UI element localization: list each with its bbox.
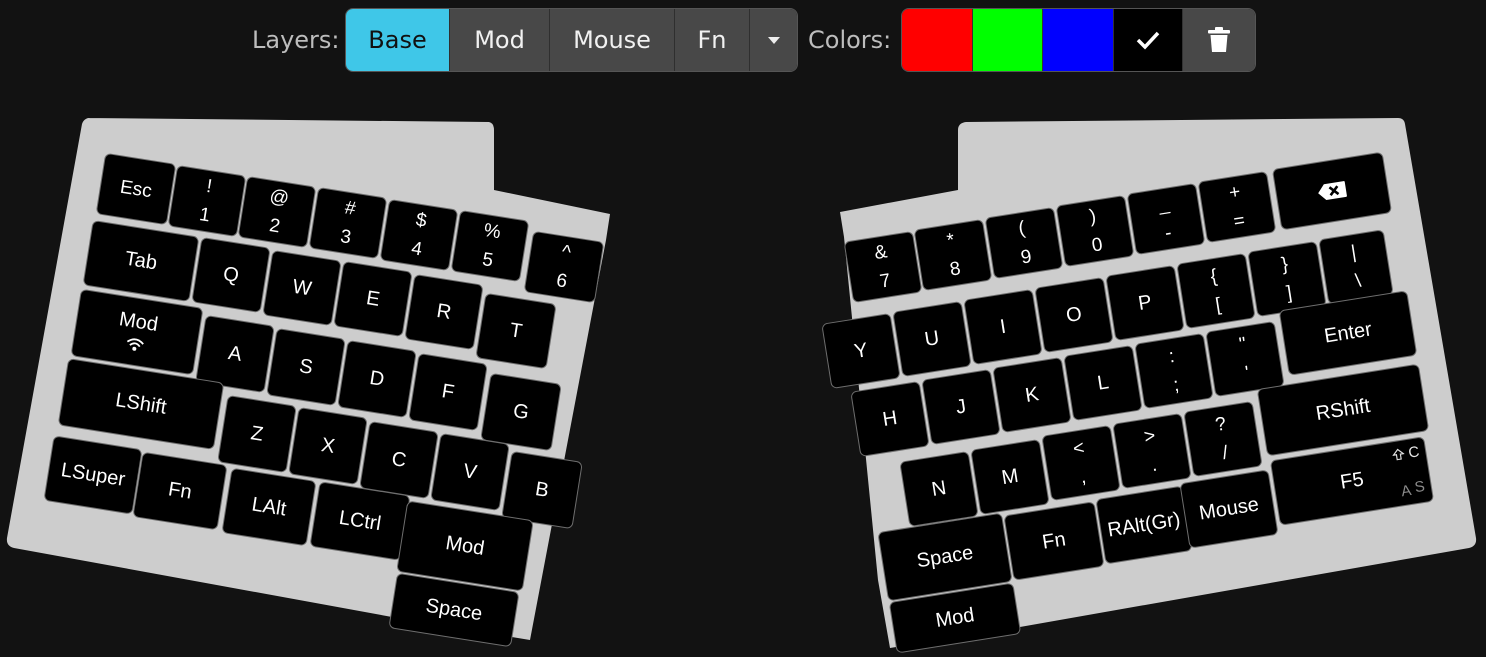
key-label: N: [930, 477, 948, 501]
f5-corner-super: S: [1413, 477, 1427, 497]
f5-corner-caps: C: [1392, 443, 1421, 463]
key-label: .: [1150, 454, 1159, 477]
key-label: 7: [878, 270, 893, 293]
key-shift-label: ?: [1213, 413, 1228, 436]
key-label: ': [1243, 362, 1251, 384]
key-shift-label: <: [1071, 437, 1086, 460]
key-i[interactable]: I: [963, 288, 1043, 366]
backspace-icon: [1318, 181, 1347, 200]
key-k[interactable]: K: [992, 356, 1072, 434]
corner-label: C: [1407, 443, 1421, 462]
key-label: \: [1354, 270, 1363, 293]
key-label: L: [1095, 371, 1111, 395]
key-shift-label: (: [1016, 217, 1027, 240]
key-shift-label: ": [1237, 333, 1248, 356]
key-j[interactable]: J: [921, 368, 1001, 446]
shift-icon: [1392, 448, 1406, 461]
key-label: H: [881, 407, 899, 431]
key-label: ]: [1285, 282, 1294, 305]
key-label: M: [1000, 464, 1020, 490]
key-h[interactable]: H: [850, 380, 930, 458]
key-u[interactable]: U: [892, 300, 972, 378]
key-label: Mod: [934, 604, 976, 632]
key-shift-label: +: [1227, 181, 1242, 204]
key-shift-label: }: [1279, 253, 1290, 276]
key-symbol[interactable]: ? /: [1183, 400, 1263, 478]
key-label: ,: [1079, 466, 1088, 489]
key-n[interactable]: N: [899, 450, 979, 528]
key-symbol[interactable]: _ -: [1126, 182, 1206, 256]
f5-corner-alt: A: [1399, 481, 1413, 501]
key-7[interactable]: & 7: [843, 230, 923, 304]
key-symbol[interactable]: + =: [1197, 170, 1277, 244]
key-label: K: [1023, 383, 1041, 407]
key-shift-label: :: [1167, 345, 1176, 368]
key-symbol[interactable]: >.: [1112, 412, 1192, 490]
key-y[interactable]: Y: [821, 312, 901, 390]
key-shift-label: &: [872, 241, 889, 265]
key-label: [: [1214, 294, 1223, 317]
key-label: P: [1136, 291, 1154, 315]
key-l[interactable]: L: [1063, 344, 1143, 422]
key-label: Space: [915, 541, 975, 573]
key-label: Enter: [1322, 318, 1374, 348]
key-symbol[interactable]: {[: [1176, 252, 1256, 330]
key-label: RAlt(Gr): [1106, 508, 1182, 542]
key-shift-label: *: [945, 229, 957, 252]
key-shift-label: ): [1087, 205, 1098, 228]
key-o[interactable]: O: [1034, 276, 1114, 354]
key-label: RShift: [1314, 394, 1372, 426]
key-8[interactable]: * 8: [913, 218, 993, 292]
key-mouse[interactable]: Mouse: [1179, 469, 1279, 549]
key-0[interactable]: ) 0: [1055, 194, 1135, 268]
key-label: Y: [852, 339, 870, 363]
key-9[interactable]: (9: [984, 206, 1064, 280]
key-label: O: [1064, 302, 1084, 328]
key-label: 9: [1019, 246, 1034, 269]
key-label: =: [1232, 210, 1247, 233]
key-symbol[interactable]: :;: [1134, 332, 1214, 410]
key-p[interactable]: P: [1105, 264, 1185, 342]
key-shift-label: |: [1349, 241, 1358, 264]
key-label: U: [923, 327, 941, 351]
key-label: 0: [1090, 234, 1105, 257]
key-label: Fn: [1040, 528, 1068, 554]
key-label: I: [998, 315, 1008, 339]
key-shift-label: _: [1156, 193, 1171, 216]
key-shift-label: >: [1142, 425, 1157, 448]
key-ralt-gr[interactable]: RAlt(Gr): [1095, 485, 1193, 565]
key-label: ;: [1172, 374, 1181, 397]
key-label: J: [954, 395, 968, 419]
key-m[interactable]: M: [970, 438, 1050, 516]
key-label: 8: [948, 258, 963, 281]
key-symbol[interactable]: <,: [1041, 424, 1121, 502]
key-label: F5: [1338, 468, 1366, 494]
key-shift-label: {: [1208, 265, 1219, 288]
key-label: -: [1163, 222, 1174, 245]
key-label: Mouse: [1197, 493, 1261, 525]
key-label: /: [1221, 442, 1230, 465]
